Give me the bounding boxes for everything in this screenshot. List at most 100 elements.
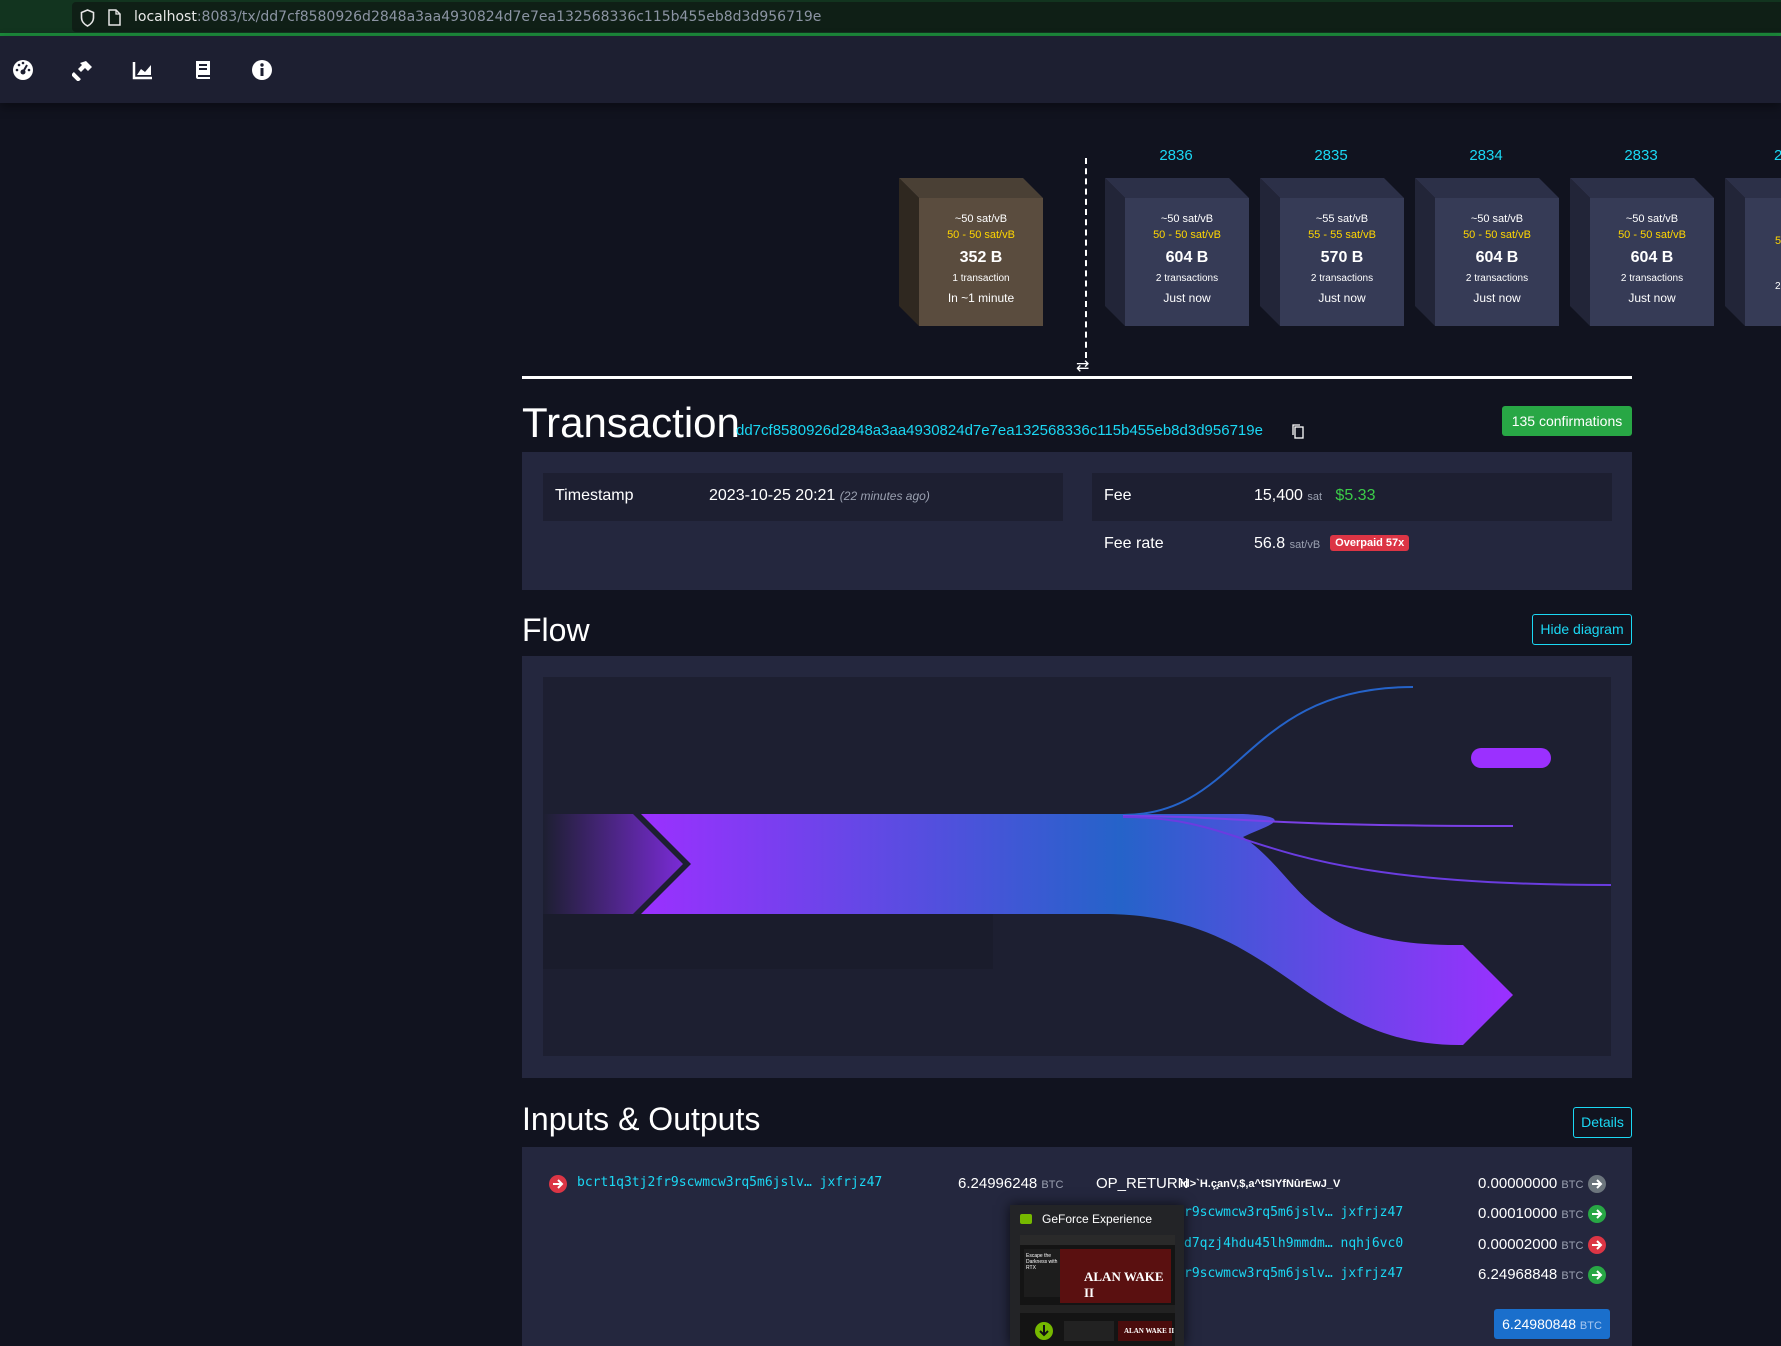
feerate-value: 56.8 sat/vB Overpaid 57x	[1254, 535, 1410, 553]
output-arrow-icon[interactable]	[1588, 1266, 1606, 1284]
hide-diagram-button[interactable]: Hide diagram	[1532, 614, 1632, 645]
output-amount: 0.00010000 BTC	[1478, 1205, 1583, 1222]
block-median-fee: ~50 sat/vB	[1625, 213, 1679, 225]
block-tx-count: 2 transactions	[1465, 273, 1529, 284]
total-amount-value: 6.24980848	[1502, 1316, 1577, 1332]
feerate-row: Fee rate 56.8 sat/vB Overpaid 57x	[1092, 521, 1612, 569]
txid-link[interactable]: dd7cf8580926d2848a3aa4930824d7e7ea132568…	[736, 422, 1263, 439]
mined-block[interactable]: ~50 sat/vB 50 - 50 sat/vB 604 B 2 transa…	[1105, 178, 1249, 326]
block-time: Just now	[1318, 291, 1366, 305]
flow-output-pill	[1471, 748, 1551, 768]
input-arrow-icon[interactable]	[549, 1175, 567, 1193]
input-address[interactable]: bcrt1q3tj2fr9scwmcw3rq5m6jslv… jxfrjz47	[577, 1175, 882, 1190]
url-host: localhost	[134, 9, 197, 25]
block-time: In ~1 minute	[947, 291, 1015, 305]
input-amount-unit: BTC	[1041, 1179, 1064, 1191]
output-amount: 0.00000000 BTC	[1478, 1175, 1583, 1192]
url-path: :8083/tx/dd7cf8580926d2848a3aa4930824d7e…	[196, 9, 822, 25]
fee-fiat: $5.33	[1335, 487, 1376, 504]
thumbnail-title-small: ALAN WAKE II	[1124, 1327, 1175, 1335]
thumbnail-caption: Escape the Darkness with RTX	[1026, 1253, 1058, 1271]
timestamp-date: 2023-10-25 20:21	[709, 487, 836, 504]
output-address[interactable]: d7qzj4hdu45lh9mmdm… nqhj6vc0	[1184, 1236, 1403, 1251]
flow-lane	[543, 914, 993, 969]
output-arrow-icon[interactable]	[1588, 1236, 1606, 1254]
fee-value: 15,400 sat $5.33	[1254, 487, 1375, 505]
block-median-fee: ~50 sat/vB	[954, 213, 1008, 225]
mined-block[interactable]: ~50 sat/vB 50 - 50 sat/vB 604 B 2 transa…	[1415, 178, 1559, 326]
block-fee-range: 50 - 50 sat/vB	[1618, 229, 1686, 241]
feerate-label: Fee rate	[1104, 535, 1164, 552]
flow-output-opreturn	[1122, 686, 1414, 816]
geforce-popup-title: GeForce Experience	[1042, 1212, 1153, 1226]
geforce-preview-popup[interactable]: GeForce Experience Escape the Darkness w…	[1010, 1205, 1184, 1346]
geforce-logo-icon	[1020, 1214, 1032, 1224]
block-tx-count: 2 transactions	[1155, 273, 1219, 284]
book-icon[interactable]	[192, 59, 214, 81]
block-face: ~50 sat/vB 50 - 50 sat/vB 352 B 1 transa…	[919, 198, 1043, 326]
fee-amount: 15,400	[1254, 487, 1303, 504]
copy-icon[interactable]	[1292, 424, 1304, 439]
timestamp-row: Timestamp 2023-10-25 20:21 (22 minutes a…	[543, 473, 1063, 521]
top-navbar	[0, 36, 1781, 103]
flow-sankey-svg	[543, 686, 1612, 1046]
output-amount-value: 0.00010000	[1478, 1205, 1558, 1222]
block-fee-range: 50 - 50 sat/vB	[947, 229, 1015, 241]
mempool-block[interactable]: ~50 sat/vB 50 - 50 sat/vB 352 B 1 transa…	[899, 178, 1043, 326]
block-tx-count: 2 transactions	[1310, 273, 1374, 284]
chart-icon[interactable]	[132, 59, 154, 81]
block-height[interactable]: 2833	[1581, 147, 1701, 164]
block-time: Just now	[1473, 291, 1521, 305]
timestamp-ago: (22 minutes ago)	[839, 489, 930, 503]
block-size: 604 B	[1630, 249, 1674, 266]
details-button[interactable]: Details	[1573, 1107, 1632, 1138]
block-face: ~50 sat/vB 50 - 50 sat/vB 604 B 2 transa…	[1590, 198, 1714, 326]
block-size: 570 B	[1320, 249, 1364, 266]
block-time: Just now	[1628, 291, 1676, 305]
block-size: 352 B	[959, 249, 1003, 266]
fee-row: Fee 15,400 sat $5.33	[1092, 473, 1612, 521]
swap-arrows-icon[interactable]: ⇄	[1076, 356, 1089, 375]
block-tx-count: 2	[1775, 281, 1781, 292]
output-amount: 0.00002000 BTC	[1478, 1236, 1583, 1253]
shield-icon	[80, 9, 95, 27]
output-amount-value: 0.00000000	[1478, 1175, 1558, 1192]
op-return-data: id>`H.ç̧anV,$,a^tSIYfNûrEwJ_V	[1180, 1178, 1341, 1190]
output-arrow-icon[interactable]	[1588, 1205, 1606, 1223]
output-address[interactable]: r9scwmcw3rq5m6jslv… jxfrjz47	[1184, 1266, 1403, 1281]
block-face: ~55 sat/vB 55 - 55 sat/vB 570 B 2 transa…	[1280, 198, 1404, 326]
block-time: Just now	[1163, 291, 1211, 305]
timestamp-label: Timestamp	[555, 487, 634, 504]
block-height[interactable]: 2836	[1116, 147, 1236, 164]
block-tx-count: 2 transactions	[1620, 273, 1684, 284]
fee-label: Fee	[1104, 487, 1132, 504]
output-amount-unit: BTC	[1561, 1209, 1584, 1221]
block-tx-count: 1 transaction	[952, 273, 1010, 284]
output-amount-unit: BTC	[1561, 1240, 1584, 1252]
geforce-preview-thumbnail[interactable]: Escape the Darkness with RTX ALAN WAKE I…	[1020, 1235, 1175, 1346]
block-height[interactable]: 2834	[1426, 147, 1546, 164]
total-amount-badge: 6.24980848 BTC	[1494, 1309, 1610, 1339]
dashboard-icon[interactable]	[12, 59, 34, 81]
mined-block[interactable]: ~50 sat/vB 50 - 50 sat/vB 604 B 2 transa…	[1570, 178, 1714, 326]
output-amount-value: 6.24968848	[1478, 1266, 1558, 1283]
mined-block[interactable]: ~55 sat/vB 55 - 55 sat/vB 570 B 2 transa…	[1260, 178, 1404, 326]
address-url[interactable]: localhost:8083/tx/dd7cf8580926d2848a3aa4…	[134, 9, 821, 25]
block-height[interactable]: 2	[1774, 147, 1781, 164]
block-face: ~50 sat/vB 50 - 50 sat/vB 604 B 2 transa…	[1125, 198, 1249, 326]
flow-diagram[interactable]	[543, 677, 1612, 1056]
block-median-fee: ~50 sat/vB	[1160, 213, 1214, 225]
block-cube-shape	[1725, 178, 1781, 326]
output-arrow-icon[interactable]	[1588, 1175, 1606, 1193]
page-title: Transaction	[522, 399, 740, 446]
thumbnail-title: ALAN WAKE II	[1084, 1269, 1164, 1300]
total-amount-unit: BTC	[1579, 1320, 1602, 1332]
hammer-icon[interactable]	[72, 59, 94, 81]
mined-block-partial[interactable]: 5 2	[1725, 178, 1781, 326]
input-amount-value: 6.24996248	[958, 1175, 1038, 1192]
output-address[interactable]: r9scwmcw3rq5m6jslv… jxfrjz47	[1184, 1205, 1403, 1220]
block-fee-range: 50 - 50 sat/vB	[1153, 229, 1221, 241]
block-height[interactable]: 2835	[1271, 147, 1391, 164]
info-icon[interactable]	[251, 59, 273, 81]
block-size: 604 B	[1165, 249, 1209, 266]
